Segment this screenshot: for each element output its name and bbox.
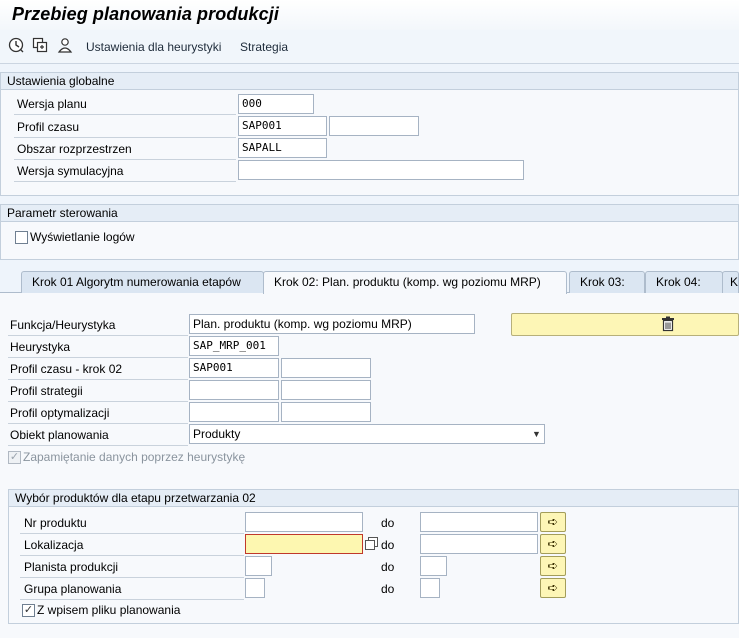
production-planner-to-field[interactable] [420, 556, 447, 576]
execute-clock-icon[interactable] [8, 37, 26, 55]
location-label: Lokalizacja [24, 538, 84, 552]
heuristic-field[interactable]: SAP_MRP_001 [189, 336, 279, 356]
heuristic-label: Heurystyka [10, 340, 71, 354]
function-heuristic-field[interactable]: Plan. produktu (komp. wg poziomu MRP) [189, 314, 475, 334]
optimization-profile-description-field[interactable] [281, 402, 371, 422]
simulation-version-field[interactable] [238, 160, 524, 180]
label-underline [20, 555, 244, 556]
multiple-selection-arrow-icon[interactable]: ➪ [540, 512, 566, 532]
label-underline [20, 599, 244, 600]
product-number-to-field[interactable] [420, 512, 538, 532]
distribution-area-label: Obszar rozprzestrzen [17, 142, 132, 156]
time-profile-step-description-field[interactable] [281, 358, 371, 378]
strategy-profile-description-field[interactable] [281, 380, 371, 400]
multiple-selection-arrow-icon[interactable]: ➪ [540, 556, 566, 576]
optimization-profile-label: Profil optymalizacji [10, 406, 110, 420]
tab-step-04[interactable]: Krok 04: [645, 271, 723, 293]
location-to-field[interactable] [420, 534, 538, 554]
time-profile-field[interactable]: SAP001 [238, 116, 327, 136]
product-number-from-field[interactable] [245, 512, 363, 532]
page-title: Przebieg planowania produkcji [12, 4, 279, 24]
heuristics-settings-button[interactable]: Ustawienia dla heurystyki [86, 40, 221, 54]
copy-icon[interactable] [32, 37, 50, 55]
tab-step-02[interactable]: Krok 02: Plan. produktu (komp. wg poziom… [263, 271, 567, 294]
planning-group-to-field[interactable] [420, 578, 440, 598]
with-plan-file-label: Z wpisem pliku planowania [37, 603, 181, 617]
label-underline [14, 137, 236, 138]
product-number-label: Nr produktu [24, 516, 87, 530]
function-heuristic-label: Funkcja/Heurystyka [10, 318, 116, 332]
product-selection-header: Wybór produktów dla etapu przetwarzania … [9, 490, 738, 507]
location-from-field[interactable] [245, 534, 363, 554]
time-profile-label: Profil czasu [17, 120, 80, 134]
time-profile-description-field[interactable] [329, 116, 419, 136]
show-logs-checkbox[interactable] [15, 231, 28, 244]
to-label: do [381, 516, 395, 530]
production-planner-from-field[interactable] [245, 556, 272, 576]
plan-version-label: Wersja planu [17, 97, 87, 111]
control-parameters-header: Parametr sterowania [1, 205, 738, 222]
tab-step-03[interactable]: Krok 03: [569, 271, 645, 293]
with-plan-file-checkbox[interactable]: ✓ [22, 604, 35, 617]
multiple-selection-arrow-icon[interactable]: ➪ [540, 534, 566, 554]
label-underline [8, 401, 188, 402]
label-underline [20, 577, 244, 578]
delete-step-button[interactable] [511, 313, 739, 336]
label-underline [8, 335, 188, 336]
planning-group-label: Grupa planowania [24, 582, 122, 596]
time-profile-step-field[interactable]: SAP001 [189, 358, 279, 378]
label-underline [8, 445, 188, 446]
strategy-profile-label: Profil strategii [10, 384, 83, 398]
trash-icon[interactable] [661, 316, 675, 332]
planning-object-label: Obiekt planowania [10, 428, 109, 442]
global-settings-header: Ustawienia globalne [1, 73, 738, 90]
production-planner-label: Planista produkcji [24, 560, 119, 574]
to-label: do [381, 560, 395, 574]
time-profile-step-label: Profil czasu - krok 02 [10, 362, 123, 376]
distribution-area-field[interactable]: SAPALL [238, 138, 327, 158]
to-label: do [381, 582, 395, 596]
to-label: do [381, 538, 395, 552]
label-underline [8, 357, 188, 358]
chevron-down-icon[interactable]: ▼ [532, 429, 541, 439]
label-underline [8, 379, 188, 380]
simulation-version-label: Wersja symulacyjna [17, 164, 124, 178]
remember-data-checkbox[interactable]: ✓ [8, 451, 21, 464]
multiple-selection-arrow-icon[interactable]: ➪ [540, 578, 566, 598]
strategy-profile-field[interactable] [189, 380, 279, 400]
optimization-profile-field[interactable] [189, 402, 279, 422]
label-underline [14, 181, 236, 182]
strategy-button[interactable]: Strategia [240, 40, 288, 54]
user-settings-icon[interactable] [57, 37, 75, 55]
planning-object-dropdown[interactable]: Produkty [189, 424, 545, 444]
label-underline [14, 159, 236, 160]
label-underline [14, 114, 236, 115]
value-help-icon[interactable] [365, 537, 378, 550]
plan-version-field[interactable]: 000 [238, 94, 314, 114]
planning-object-value: Produkty [193, 427, 241, 441]
label-underline [20, 533, 244, 534]
tab-step-01[interactable]: Krok 01 Algorytm numerowania etapów [21, 271, 264, 293]
remember-data-label: Zapamiętanie danych poprzez heurystykę [23, 450, 246, 464]
planning-group-from-field[interactable] [245, 578, 265, 598]
label-underline [8, 423, 188, 424]
show-logs-label: Wyświetlanie logów [30, 230, 135, 244]
tab-step-05[interactable]: Kr [722, 271, 739, 293]
